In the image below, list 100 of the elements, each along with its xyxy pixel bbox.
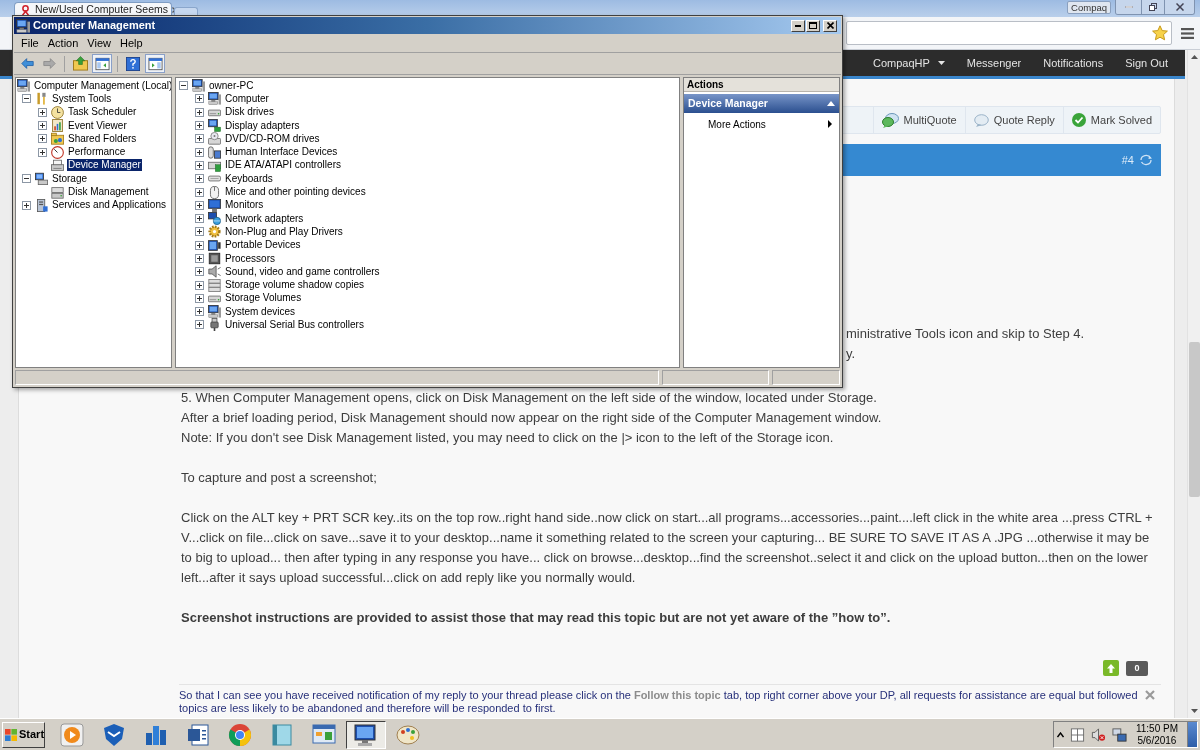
tree-item[interactable]: Shared Folders: [67, 132, 138, 145]
tree-item[interactable]: System Tools: [51, 92, 113, 105]
tree-item[interactable]: Storage volume shadow copies: [224, 279, 365, 292]
tree-item[interactable]: Services and Applications: [51, 199, 167, 212]
plus-box-icon[interactable]: [195, 147, 204, 157]
scrollbar-thumb[interactable]: [1188, 342, 1200, 497]
nav-link[interactable]: Notifications: [1043, 54, 1104, 72]
tree-item[interactable]: Event Viewer: [67, 119, 128, 132]
close-icon[interactable]: [1145, 690, 1155, 700]
menu-item[interactable]: File: [18, 36, 42, 50]
taskbar-button[interactable]: [346, 720, 386, 749]
grid-icon[interactable]: [1069, 727, 1085, 742]
tree-item[interactable]: Non-Plug and Play Drivers: [224, 225, 344, 238]
plus-box-icon[interactable]: [195, 174, 204, 184]
menu-item[interactable]: View: [84, 36, 114, 50]
muted-speaker-icon[interactable]: [1090, 727, 1106, 742]
toolbar-button[interactable]: [145, 54, 165, 73]
tree-item[interactable]: DVD/CD-ROM drives: [224, 132, 321, 145]
plus-box-icon[interactable]: [195, 240, 204, 250]
tree-item[interactable]: Human Interface Devices: [224, 146, 339, 159]
plus-box-icon[interactable]: [195, 160, 204, 170]
nav-link[interactable]: CompaqHP: [873, 54, 945, 72]
plus-box-icon[interactable]: [38, 147, 47, 157]
nav-link[interactable]: Messenger: [966, 54, 1022, 72]
tree-item[interactable]: Mice and other pointing devices: [224, 186, 367, 198]
close-icon: [1175, 3, 1184, 11]
log-icon: [51, 119, 64, 133]
menu-item[interactable]: Help: [116, 36, 146, 50]
printer-icon: [51, 158, 64, 172]
plus-box-icon[interactable]: [195, 280, 204, 290]
tree-item[interactable]: IDE ATA/ATAPI controllers: [224, 159, 342, 172]
clock-time[interactable]: 11:50 PM: [1135, 722, 1178, 735]
tree-item[interactable]: Task Scheduler: [67, 106, 138, 119]
tree-item[interactable]: Computer Management (Local): [33, 79, 171, 92]
plus-box-icon[interactable]: [195, 94, 204, 104]
menu-item[interactable]: More Actions: [684, 116, 839, 132]
tree-item[interactable]: Computer: [224, 92, 270, 105]
minus-box-icon[interactable]: [179, 81, 188, 91]
storage-icon: [35, 172, 48, 186]
tree-item[interactable]: Network adapters: [224, 212, 305, 225]
plus-box-icon[interactable]: [195, 293, 204, 303]
plus-box-icon[interactable]: [195, 200, 204, 210]
post-action-button[interactable]: Quote Reply: [964, 107, 1063, 133]
plus-box-icon[interactable]: [38, 107, 47, 117]
toolbar-button[interactable]: [123, 54, 143, 73]
scrollbar[interactable]: [1187, 50, 1200, 718]
minus-box-icon[interactable]: [22, 174, 31, 184]
post-text: Click on the ALT key + PRT SCR key..its on the top row..right hand side..now click on start...all programs...accessories...paint....left click in the white area ...press CTRL + V...click on file...click on save...save it to your desktop...name it something related to the screen your capturing... BE SURE TO SAVE IT AS A .JPG ...otherwise it may be to big to upload... then after typing in any response you have... click on browse...desktop...find the screenshot..select it and click on the upload button...then on the lower left...after it says upload successful...click on add reply like you normally would.: [181, 509, 1154, 587]
tree-item[interactable]: Portable Devices: [224, 239, 302, 252]
tree-item[interactable]: Keyboards: [224, 172, 274, 185]
tree-item[interactable]: Universal Serial Bus controllers: [224, 319, 365, 331]
network-icon[interactable]: [1111, 727, 1127, 742]
window-title: Computer Management: [33, 18, 156, 34]
tree-item[interactable]: Device Manager: [67, 159, 142, 172]
post-action-button[interactable]: MultiQuote: [872, 107, 965, 133]
profile-button[interactable]: Compaq: [1067, 1, 1111, 14]
plus-box-icon[interactable]: [195, 267, 204, 277]
tree-item[interactable]: Disk Management: [67, 186, 150, 198]
gear-icon: [208, 225, 221, 239]
plus-box-icon[interactable]: [22, 200, 31, 210]
close-button[interactable]: [823, 19, 837, 32]
menu-item[interactable]: Action: [44, 36, 82, 50]
tree-item[interactable]: Storage Volumes: [224, 292, 303, 305]
clock-date[interactable]: 5/6/2016: [1137, 734, 1177, 747]
plus-box-icon[interactable]: [195, 121, 204, 131]
plus-box-icon[interactable]: [195, 227, 204, 237]
tree-item[interactable]: Performance: [67, 146, 127, 159]
maximize-button[interactable]: [806, 19, 820, 32]
start-button[interactable]: Start: [2, 721, 45, 748]
tree-item[interactable]: Monitors: [224, 199, 265, 212]
toolbar-button[interactable]: [92, 54, 112, 73]
restore-button[interactable]: [1142, 0, 1165, 14]
menu-icon[interactable]: [1181, 27, 1194, 39]
tree-item[interactable]: Sound, video and game controllers: [224, 265, 381, 278]
plus-box-icon[interactable]: [195, 107, 204, 117]
tree-item[interactable]: Processors: [224, 252, 276, 265]
tree-item[interactable]: System devices: [224, 305, 297, 318]
toolbar-button[interactable]: [70, 54, 90, 73]
speech-bubble-icon: [973, 113, 989, 127]
tree-item[interactable]: Display adapters: [224, 119, 301, 132]
chevron-up-icon[interactable]: [1056, 731, 1064, 738]
tree-item[interactable]: owner-PC: [208, 79, 255, 92]
plus-box-icon[interactable]: [195, 187, 204, 197]
minus-box-icon[interactable]: [22, 94, 31, 104]
star-icon[interactable]: [1152, 25, 1168, 41]
plus-box-icon[interactable]: [195, 214, 204, 224]
tree-item[interactable]: Disk drives: [224, 106, 275, 119]
gauge-icon: [51, 145, 64, 159]
section-header[interactable]: Device Manager: [684, 94, 839, 113]
plus-box-icon[interactable]: [195, 134, 204, 144]
plus-box-icon[interactable]: [195, 254, 204, 263]
nav-link[interactable]: Sign Out: [1125, 54, 1168, 72]
post-action-button[interactable]: Mark Solved: [1062, 107, 1160, 133]
plus-box-icon[interactable]: [195, 307, 204, 317]
tree-item[interactable]: Storage: [51, 172, 89, 185]
plus-box-icon[interactable]: [195, 320, 204, 330]
close-button[interactable]: [1165, 0, 1194, 14]
plus-box-icon[interactable]: [38, 121, 47, 131]
shield-icon: [102, 722, 126, 747]
plus-box-icon[interactable]: [38, 134, 47, 144]
